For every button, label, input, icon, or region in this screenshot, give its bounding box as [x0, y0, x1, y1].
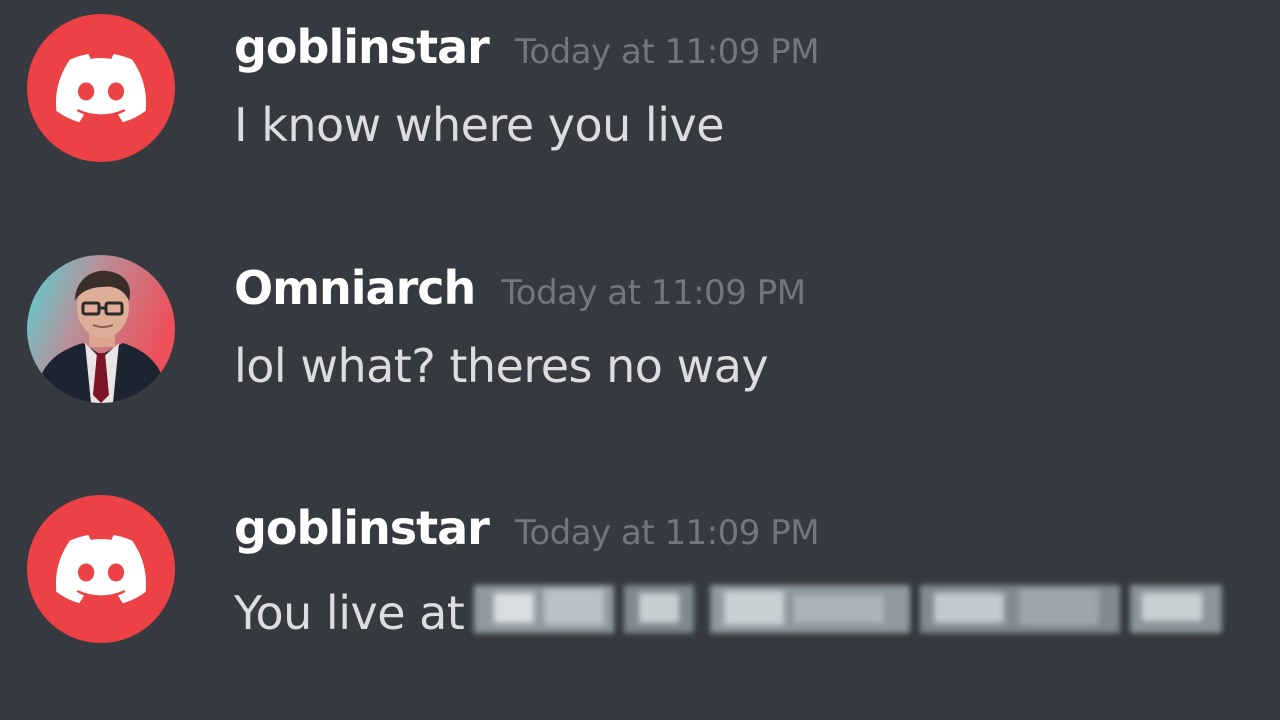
message: Omniarch Today at 11:09 PM lol what? ther… — [0, 241, 1280, 421]
chat-messages: goblinstar Today at 11:09 PM I know where… — [0, 0, 1280, 720]
message-header: goblinstar Today at 11:09 PM — [234, 20, 820, 80]
username[interactable]: goblinstar — [234, 20, 490, 74]
discord-logo-icon — [56, 534, 146, 604]
message-text: I know where you live — [234, 98, 725, 152]
message: goblinstar Today at 11:09 PM You live at — [0, 481, 1280, 661]
user-photo-icon — [27, 255, 175, 403]
discord-avatar-icon[interactable] — [27, 495, 175, 643]
message-header: goblinstar Today at 11:09 PM — [234, 501, 820, 561]
timestamp: Today at 11:09 PM — [514, 513, 820, 553]
message-text: You live at — [234, 579, 1223, 640]
timestamp: Today at 11:09 PM — [514, 32, 820, 72]
discord-avatar-icon[interactable] — [27, 14, 175, 162]
redacted-address-blur — [474, 579, 1223, 639]
username[interactable]: goblinstar — [234, 501, 490, 555]
timestamp: Today at 11:09 PM — [501, 273, 806, 313]
message: goblinstar Today at 11:09 PM I know where… — [0, 0, 1280, 180]
user-avatar-photo[interactable] — [27, 255, 175, 403]
username[interactable]: Omniarch — [234, 261, 476, 315]
message-text: lol what? theres no way — [234, 339, 769, 393]
message-text-visible: You live at — [234, 586, 465, 640]
message-header: Omniarch Today at 11:09 PM — [234, 261, 806, 321]
discord-logo-icon — [56, 53, 146, 123]
